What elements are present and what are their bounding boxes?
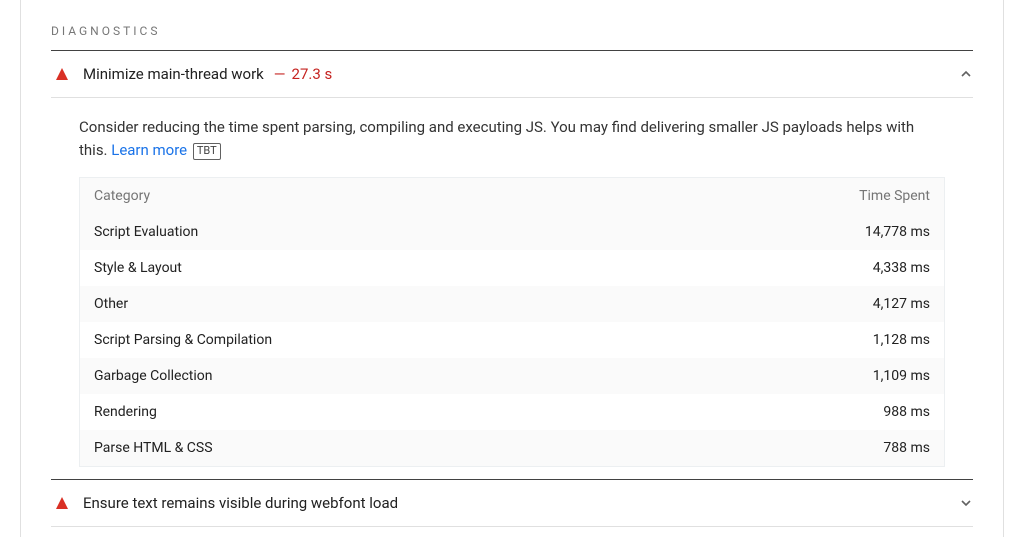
chevron-down-icon	[959, 496, 973, 510]
cell-time: 988 ms	[883, 404, 930, 420]
cell-category: Other	[94, 296, 128, 312]
table-row: Other 4,127 ms	[80, 286, 944, 322]
cell-category: Script Parsing & Compilation	[94, 332, 272, 348]
cell-time: 1,128 ms	[873, 332, 930, 348]
table-header-row: Category Time Spent	[80, 178, 944, 214]
cell-time: 788 ms	[883, 440, 930, 456]
cell-time: 4,127 ms	[873, 296, 930, 312]
audit-description: Consider reducing the time spent parsing…	[51, 98, 973, 177]
cell-category: Rendering	[94, 404, 157, 420]
audit-webfont-visibility[interactable]: Ensure text remains visible during webfo…	[51, 480, 973, 527]
audit-metric-value: 27.3 s	[292, 65, 333, 83]
audit-minimize-main-thread[interactable]: Minimize main-thread work — 27.3 s	[51, 51, 973, 98]
audit-title: Ensure text remains visible during webfo…	[83, 494, 398, 512]
table-row: Script Parsing & Compilation 1,128 ms	[80, 322, 944, 358]
fail-triangle-icon	[55, 67, 69, 81]
table-row: Style & Layout 4,338 ms	[80, 250, 944, 286]
cell-time: 4,338 ms	[873, 260, 930, 276]
dash: —	[274, 65, 286, 83]
chevron-up-icon	[959, 67, 973, 81]
cell-category: Garbage Collection	[94, 368, 213, 384]
tbt-tag: TBT	[193, 143, 221, 159]
fail-triangle-icon	[55, 496, 69, 510]
cell-time: 1,109 ms	[873, 368, 930, 384]
time-spent-table: Category Time Spent Script Evaluation 14…	[79, 177, 945, 467]
learn-more-link[interactable]: Learn more	[111, 141, 187, 159]
cell-time: 14,778 ms	[865, 224, 930, 240]
col-category: Category	[94, 188, 150, 204]
section-label: DIAGNOSTICS	[51, 24, 973, 38]
table-row: Script Evaluation 14,778 ms	[80, 214, 944, 250]
table-row: Garbage Collection 1,109 ms	[80, 358, 944, 394]
table-row: Parse HTML & CSS 788 ms	[80, 430, 944, 466]
cell-category: Script Evaluation	[94, 224, 198, 240]
cell-category: Style & Layout	[94, 260, 182, 276]
col-time-spent: Time Spent	[859, 188, 930, 204]
audit-title: Minimize main-thread work	[83, 65, 264, 83]
diagnostics-panel: DIAGNOSTICS Minimize main-thread work — …	[20, 0, 1004, 537]
cell-category: Parse HTML & CSS	[94, 440, 213, 456]
table-row: Rendering 988 ms	[80, 394, 944, 430]
